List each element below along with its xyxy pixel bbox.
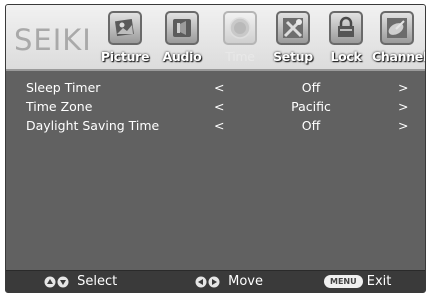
- setup-icon: [276, 11, 310, 45]
- right-arrow-icon[interactable]: >: [398, 99, 408, 114]
- tab-picture[interactable]: Picture: [100, 11, 150, 69]
- row-value: Off: [301, 118, 321, 133]
- left-arrow-icon[interactable]: <: [214, 118, 224, 133]
- tab-label-channel: Channel: [372, 49, 426, 64]
- tab-label-picture: Picture: [100, 49, 150, 64]
- up-down-arrows-icon: [44, 276, 69, 287]
- right-arrow-icon[interactable]: >: [398, 118, 408, 133]
- menu-row-sleep-timer[interactable]: Sleep Timer < Off >: [6, 80, 425, 97]
- picture-icon: [108, 11, 142, 45]
- row-value: Pacific: [291, 99, 331, 114]
- tab-label-audio: Audio: [162, 49, 202, 64]
- tab-channel[interactable]: Channel: [372, 11, 426, 69]
- footer-hint-bar: Select Move MENU Exit: [6, 270, 425, 292]
- menu-row-daylight-saving-time[interactable]: Daylight Saving Time < Off >: [6, 118, 425, 135]
- channel-icon: [380, 11, 414, 45]
- exit-label: Exit: [366, 274, 392, 289]
- left-arrow-icon[interactable]: <: [214, 80, 224, 95]
- tab-lock[interactable]: Lock: [321, 11, 371, 69]
- row-label: Time Zone: [26, 99, 93, 114]
- lock-icon: [329, 11, 363, 45]
- menu-header-bar: SEIKI Picture Audio Time Setup Lock Chan…: [6, 5, 425, 71]
- brand-logo: SEIKI: [14, 23, 92, 57]
- row-value: Off: [301, 80, 321, 95]
- time-icon: [223, 11, 257, 45]
- move-label: Move: [228, 274, 264, 289]
- tv-menu-screen: SEIKI Picture Audio Time Setup Lock Chan…: [5, 4, 426, 293]
- tab-label-setup: Setup: [273, 49, 313, 64]
- tab-setup[interactable]: Setup: [268, 11, 318, 69]
- move-hint: Move: [194, 274, 263, 290]
- menu-row-time-zone[interactable]: Time Zone < Pacific >: [6, 99, 425, 116]
- menu-button-icon: MENU: [324, 275, 363, 288]
- tab-audio[interactable]: Audio: [157, 11, 207, 69]
- row-label: Sleep Timer: [26, 80, 101, 95]
- left-right-arrows-icon: [195, 276, 220, 287]
- tab-time[interactable]: Time: [215, 11, 265, 69]
- select-hint: Select: [43, 274, 117, 290]
- tab-label-lock: Lock: [330, 49, 362, 64]
- row-label: Daylight Saving Time: [26, 118, 160, 133]
- audio-icon: [165, 11, 199, 45]
- left-arrow-icon[interactable]: <: [214, 99, 224, 114]
- right-arrow-icon[interactable]: >: [398, 80, 408, 95]
- exit-hint: MENU Exit: [324, 274, 391, 290]
- select-label: Select: [77, 274, 118, 289]
- tab-label-time: Time: [225, 49, 255, 64]
